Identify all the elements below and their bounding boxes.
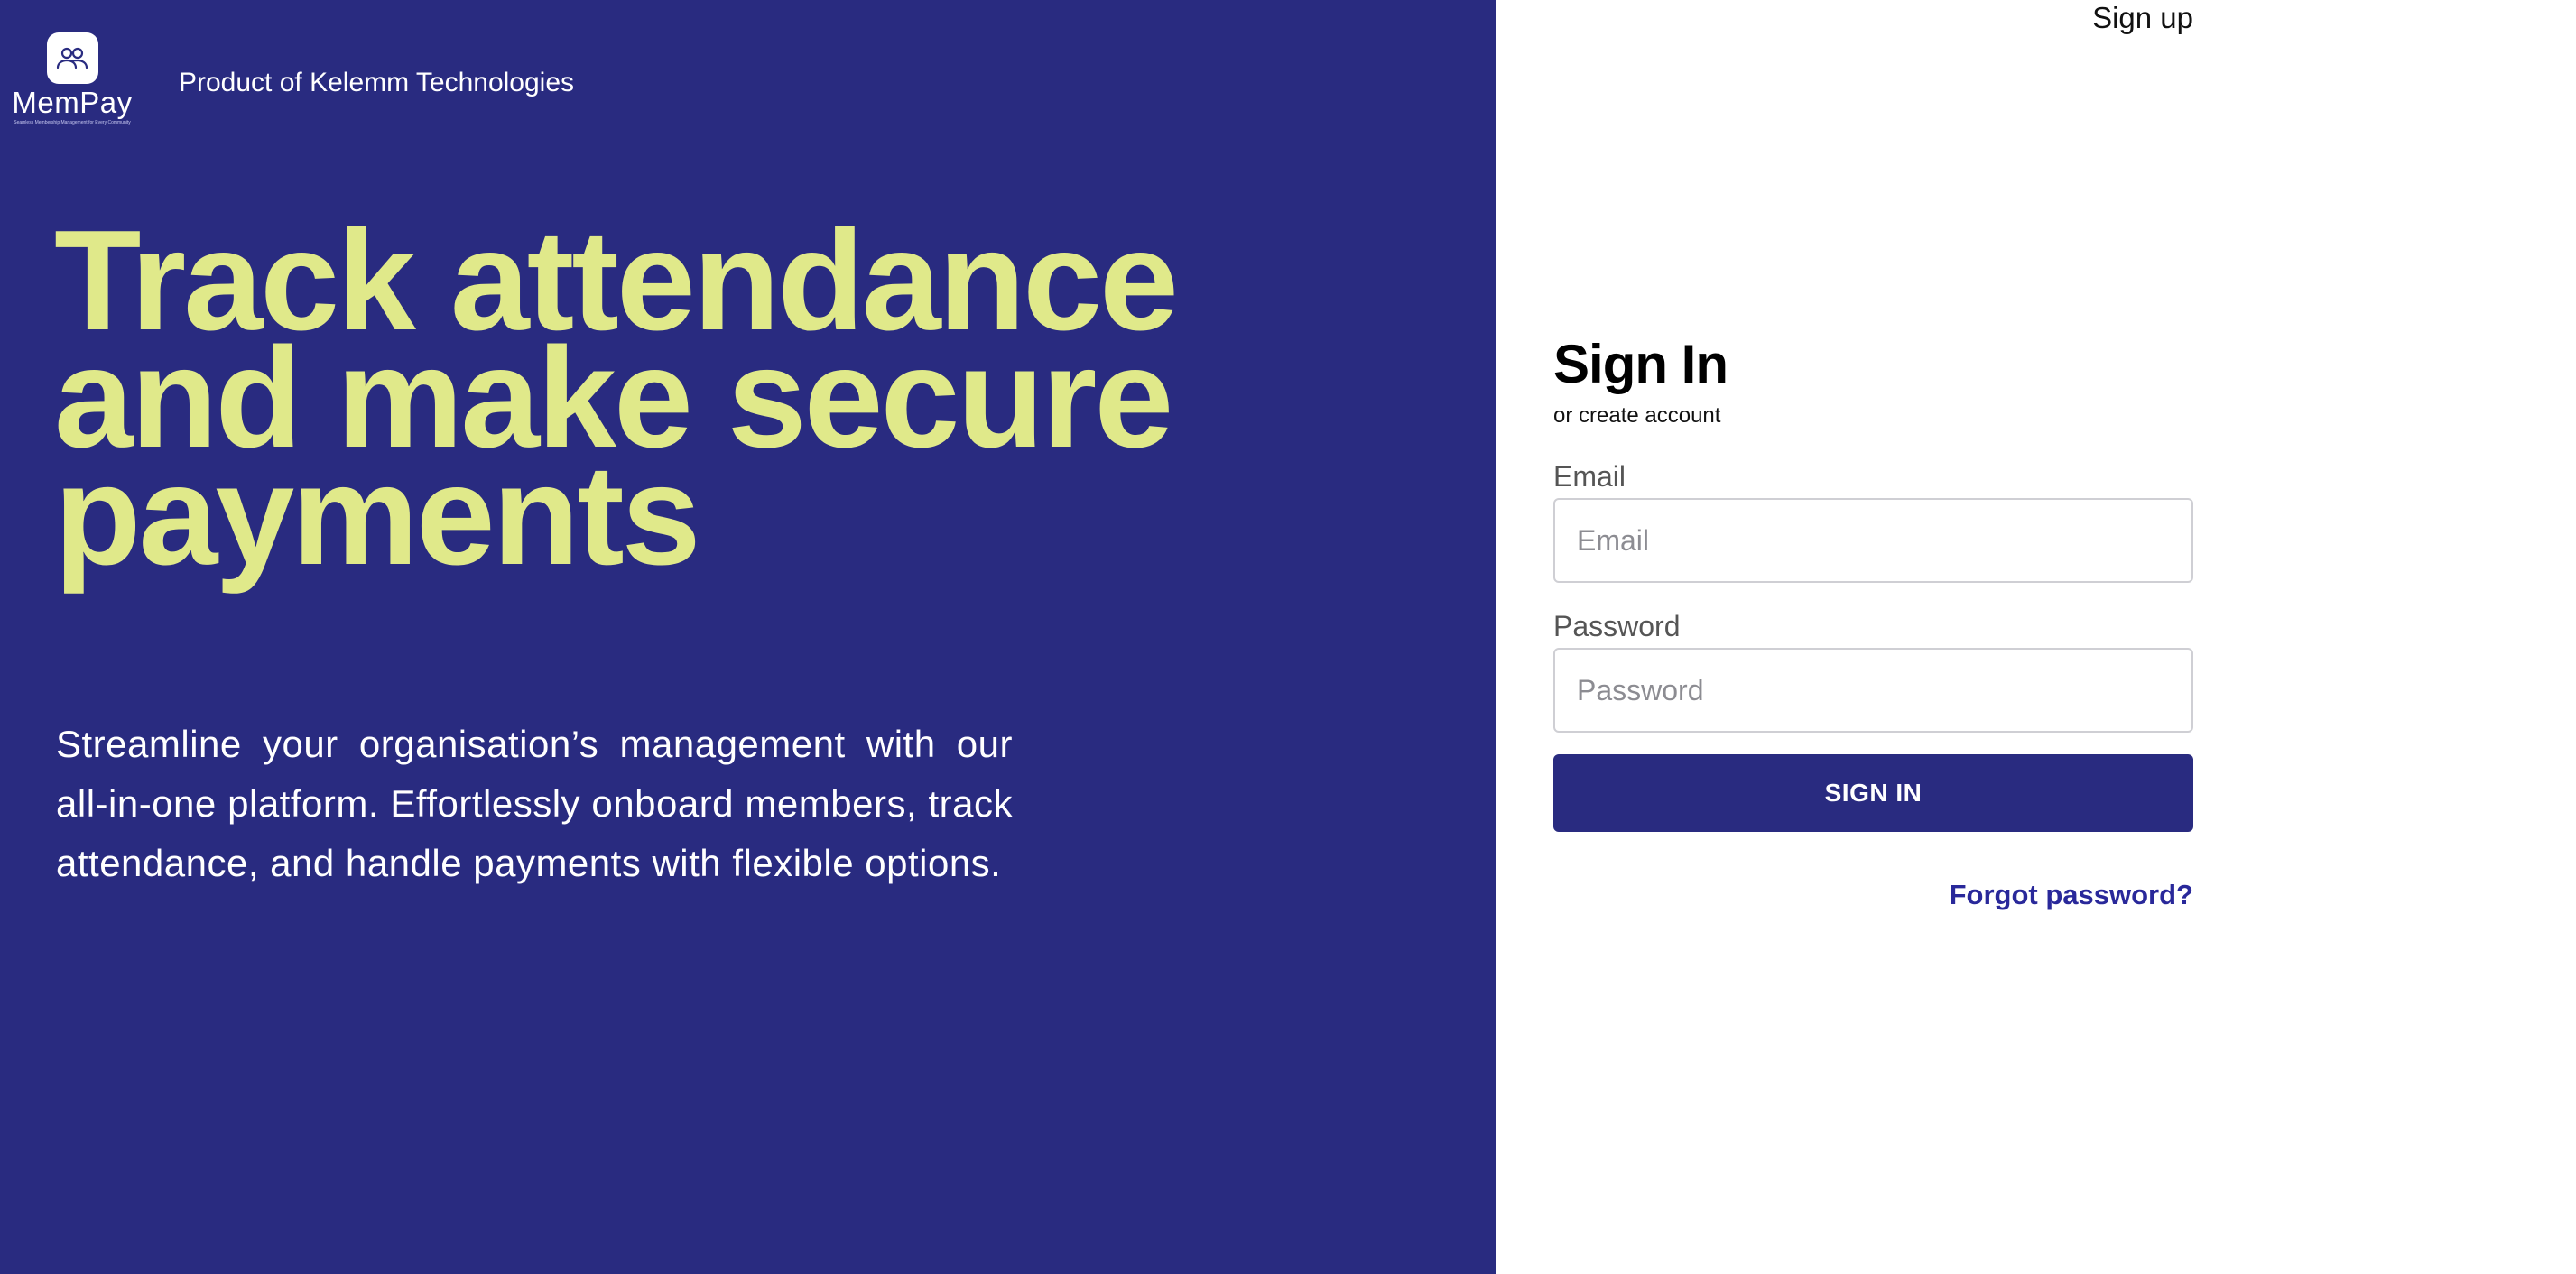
logo-tagline: Seamless Membership Management for Every… [14,120,131,125]
sign-in-subtitle: or create account [1553,403,1721,428]
mempay-logo: MemPay Seamless Membership Management fo… [9,32,135,125]
email-field[interactable] [1553,498,2193,583]
sign-in-button[interactable]: SIGN IN [1553,754,2193,832]
forgot-password-link[interactable]: Forgot password? [1950,879,2193,910]
product-of-text: Product of Kelemm Technologies [179,68,575,97]
logo-name: MemPay [12,86,133,119]
password-field[interactable] [1553,648,2193,733]
email-label: Email [1553,460,1626,493]
sign-in-form: Sign In or create account Email Password… [1553,330,2193,913]
sign-up-link[interactable]: Sign up [2076,0,2193,36]
hero-description: Streamline your organisation’s managemen… [56,723,1013,884]
login-page: MemPay Seamless Membership Management fo… [0,0,2576,1274]
users-icon [46,32,98,84]
hero-panel: MemPay Seamless Membership Management fo… [0,0,1496,1274]
hero-headline: Track attendance and make secure payment… [54,201,1179,595]
forgot-password-row: Forgot password? [1553,877,2193,913]
sign-in-title: Sign In [1553,334,1728,394]
password-label: Password [1553,610,1681,642]
